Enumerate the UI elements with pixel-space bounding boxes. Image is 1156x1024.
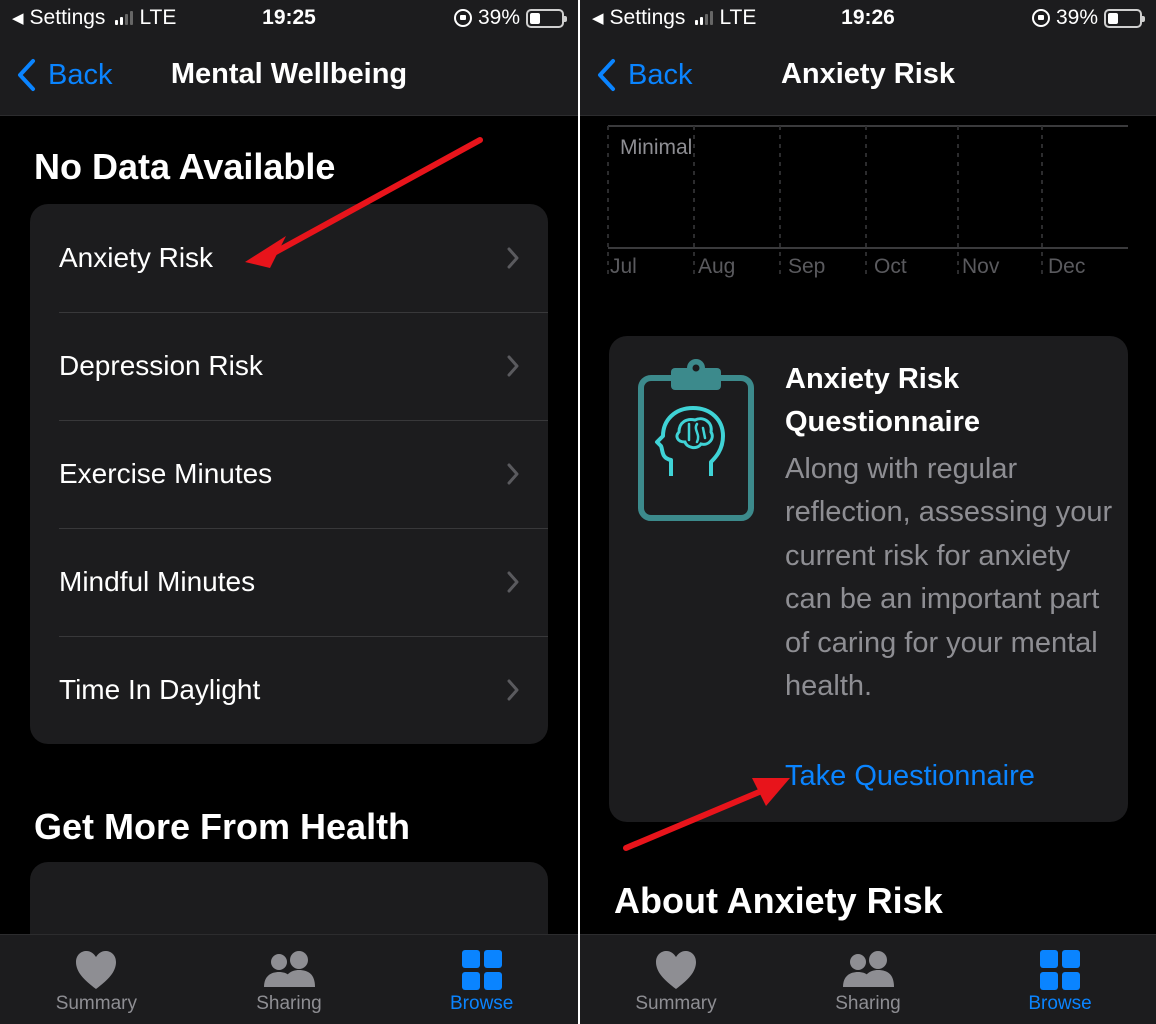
list-item-mindful-minutes[interactable]: Mindful Minutes [30, 528, 548, 636]
heart-icon [76, 951, 117, 989]
screen-mental-wellbeing: ◀ Settings LTE 19:25 39% Back Mental Wel… [0, 0, 578, 1024]
card-description: Along with regular reflection, assessing… [785, 453, 1113, 703]
chart-level-label: Minimal [620, 136, 692, 159]
tab-label: Summary [55, 993, 137, 1014]
list-item-exercise-minutes[interactable]: Exercise Minutes [30, 420, 548, 528]
take-questionnaire-link[interactable]: Take Questionnaire [785, 760, 1035, 793]
tab-sharing[interactable]: Sharing [772, 935, 964, 1024]
section-title-about: About Anxiety Risk [614, 880, 943, 921]
list-item-label: Exercise Minutes [59, 458, 273, 489]
tab-browse[interactable]: Browse [385, 935, 578, 1024]
month-label: Nov [962, 255, 1000, 278]
status-bar: ◀ Settings LTE 19:25 39% [0, 0, 578, 38]
orientation-lock-icon [1031, 9, 1050, 27]
section-title-no-data: No Data Available [34, 146, 336, 187]
heart-icon [656, 951, 696, 989]
back-button[interactable]: Back [16, 58, 112, 92]
list-item-label: Mindful Minutes [59, 566, 256, 597]
chevron-right-icon [507, 463, 519, 485]
tab-label: Sharing [256, 993, 322, 1014]
screen-anxiety-risk: ◀ Settings LTE 19:26 39% Back Anxiety Ri… [580, 0, 1156, 1024]
anxiety-chart: Minimal Jul Aug Sep Oct Nov Dec [580, 116, 1156, 300]
list-item-label: Time In Daylight [59, 674, 261, 705]
battery-percent: 39% [477, 6, 520, 29]
navigation-bar: Back Mental Wellbeing [0, 38, 578, 116]
month-label: Aug [698, 255, 735, 278]
battery-icon [526, 8, 567, 28]
card-title: Anxiety Risk Questionnaire [785, 363, 980, 438]
tab-summary[interactable]: Summary [0, 935, 193, 1024]
battery-icon [1104, 8, 1145, 28]
back-label: Back [48, 58, 113, 91]
status-bar: ◀ Settings LTE 19:26 39% [580, 0, 1156, 38]
battery-percent: 39% [1055, 6, 1098, 29]
grid-icon [1040, 950, 1080, 990]
chevron-left-icon [18, 59, 35, 91]
tab-bar: Summary Sharing Browse [0, 934, 578, 1024]
section-title-get-more: Get More From Health [34, 806, 411, 847]
month-label: Oct [874, 255, 907, 278]
month-label: Dec [1048, 255, 1085, 278]
tab-label: Sharing [835, 993, 901, 1014]
questionnaire-card: Anxiety Risk Questionnaire Along with re… [609, 336, 1128, 822]
tab-label: Browse [1028, 993, 1092, 1014]
navigation-bar: Back Anxiety Risk [580, 38, 1156, 116]
chevron-right-icon [507, 247, 519, 269]
people-icon [264, 951, 315, 987]
list-item-depression-risk[interactable]: Depression Risk [30, 312, 548, 420]
tab-label: Browse [450, 993, 514, 1014]
chevron-right-icon [507, 679, 519, 701]
list-item-label: Depression Risk [59, 350, 263, 381]
chevron-right-icon [507, 571, 519, 593]
list-item-anxiety-risk[interactable]: Anxiety Risk [30, 204, 548, 312]
back-button[interactable]: Back [596, 58, 692, 92]
back-label: Back [628, 58, 693, 91]
tab-sharing[interactable]: Sharing [193, 935, 386, 1024]
data-type-list: Anxiety Risk Depression Risk Exercise Mi… [30, 204, 548, 744]
month-label: Jul [610, 255, 637, 278]
list-item-label: Anxiety Risk [59, 242, 214, 273]
tab-label: Summary [635, 993, 717, 1014]
orientation-lock-icon [453, 9, 472, 27]
tab-summary[interactable]: Summary [580, 935, 772, 1024]
chevron-left-icon [598, 59, 615, 91]
tab-bar: Summary Sharing Browse [580, 934, 1156, 1024]
chevron-right-icon [507, 355, 519, 377]
people-icon [843, 951, 894, 987]
list-item-time-in-daylight[interactable]: Time In Daylight [30, 636, 548, 744]
tab-browse[interactable]: Browse [964, 935, 1156, 1024]
month-label: Sep [788, 255, 825, 278]
clipboard-brain-icon [638, 359, 754, 521]
grid-icon [461, 950, 502, 990]
